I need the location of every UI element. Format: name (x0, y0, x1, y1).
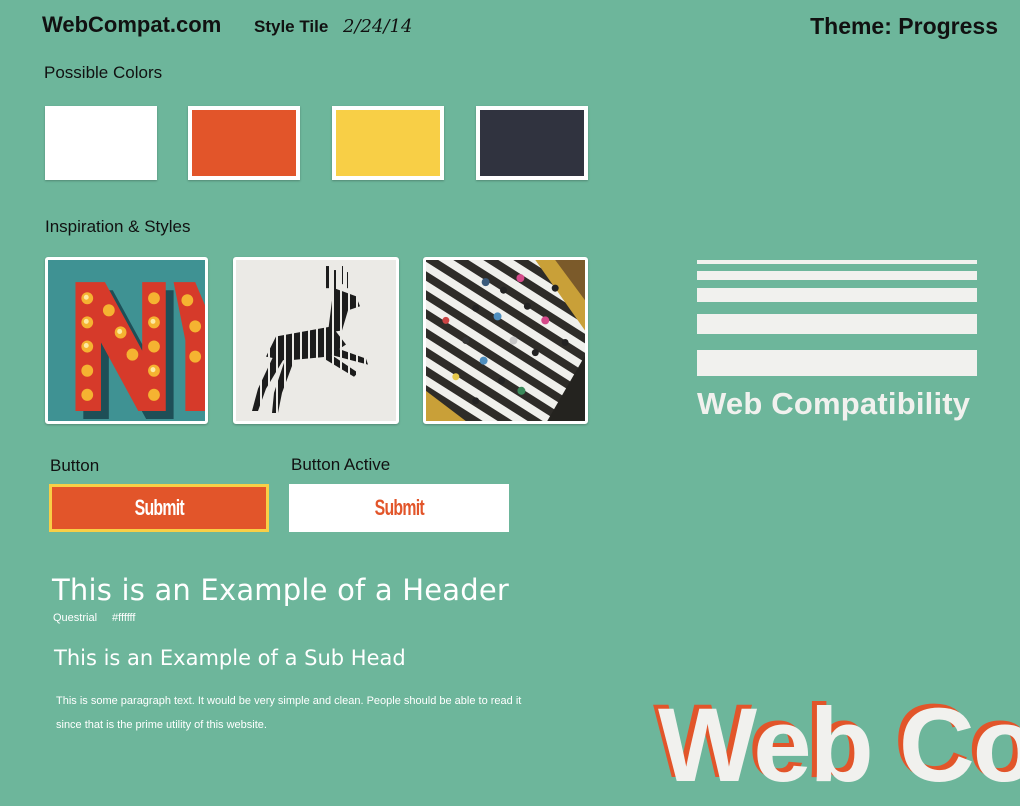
logo-text: Web Compatibility (697, 386, 971, 421)
color-swatch-orange (188, 106, 300, 180)
crosswalk-crowd-image (423, 257, 588, 424)
possible-colors-heading: Possible Colors (44, 63, 163, 82)
paragraph-sample: This is some paragraph text. It would be… (56, 695, 522, 731)
submit-button-active-label: Submit (374, 495, 424, 520)
big-wordmark: Web Co (658, 687, 1020, 804)
color-swatch-yellow (332, 106, 444, 180)
style-tile-label: Style Tile (254, 17, 329, 36)
logo-stripe (697, 288, 977, 302)
button-style-label: Button (50, 456, 100, 475)
button-active-style-label: Button Active (291, 455, 391, 474)
font-name-label: Questrial (53, 612, 98, 624)
submit-button-label: Submit (134, 495, 184, 520)
logo-stripe (697, 314, 977, 334)
inspiration-heading: Inspiration & Styles (45, 217, 191, 236)
logo-stripe (697, 350, 977, 376)
tile-date: 2/24/14 (343, 16, 413, 37)
logo-stripe (697, 260, 977, 264)
header-sample: This is an Example of a Header (52, 573, 510, 607)
theme-title: Theme: Progress (810, 13, 998, 39)
subhead-sample: This is an Example of a Sub Head (54, 646, 406, 670)
font-color-label: #ffffff (112, 612, 136, 624)
brand-title: WebCompat.com (42, 12, 222, 37)
submit-button[interactable]: Submit (49, 484, 269, 532)
submit-button-active[interactable]: Submit (289, 484, 509, 532)
color-swatch-white (45, 106, 157, 180)
leaping-deer-image (233, 257, 399, 424)
marquee-letters-image (45, 257, 208, 424)
color-swatch-navy (476, 106, 588, 180)
logo-stripe (697, 271, 977, 280)
